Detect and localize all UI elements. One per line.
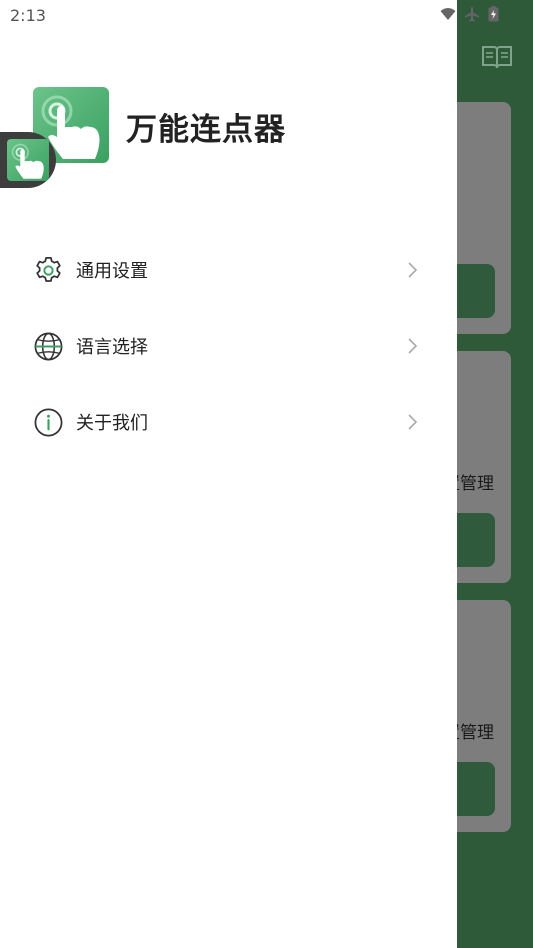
menu-item-label: 通用设置 <box>76 261 148 282</box>
menu-item-label: 语言选择 <box>76 337 148 358</box>
battery-icon <box>488 6 499 22</box>
floating-clicker-icon <box>7 139 49 181</box>
tap-hand-icon <box>11 143 44 179</box>
book-icon[interactable] <box>481 44 513 70</box>
info-icon <box>34 408 63 436</box>
menu-item-language[interactable]: 语言选择 <box>0 308 457 384</box>
chevron-right-icon <box>408 414 418 430</box>
status-bar: 2:13 <box>0 0 533 30</box>
menu-item-label: 关于我们 <box>76 413 148 434</box>
chevron-right-icon <box>408 338 418 354</box>
status-time: 2:13 <box>10 6 46 25</box>
app-title: 万能连点器 <box>126 112 286 148</box>
wifi-icon <box>440 8 456 20</box>
gear-icon <box>36 256 61 282</box>
globe-icon <box>34 332 63 360</box>
floating-clicker-bubble[interactable] <box>0 132 56 188</box>
status-icons <box>440 6 499 22</box>
menu-item-general-settings[interactable]: 通用设置 <box>0 232 457 308</box>
menu-item-about[interactable]: 关于我们 <box>0 384 457 460</box>
chevron-right-icon <box>408 262 418 278</box>
navigation-drawer: 万能连点器 通用设置 语言选择 关于我们 <box>0 0 457 948</box>
airplane-icon <box>465 7 479 22</box>
